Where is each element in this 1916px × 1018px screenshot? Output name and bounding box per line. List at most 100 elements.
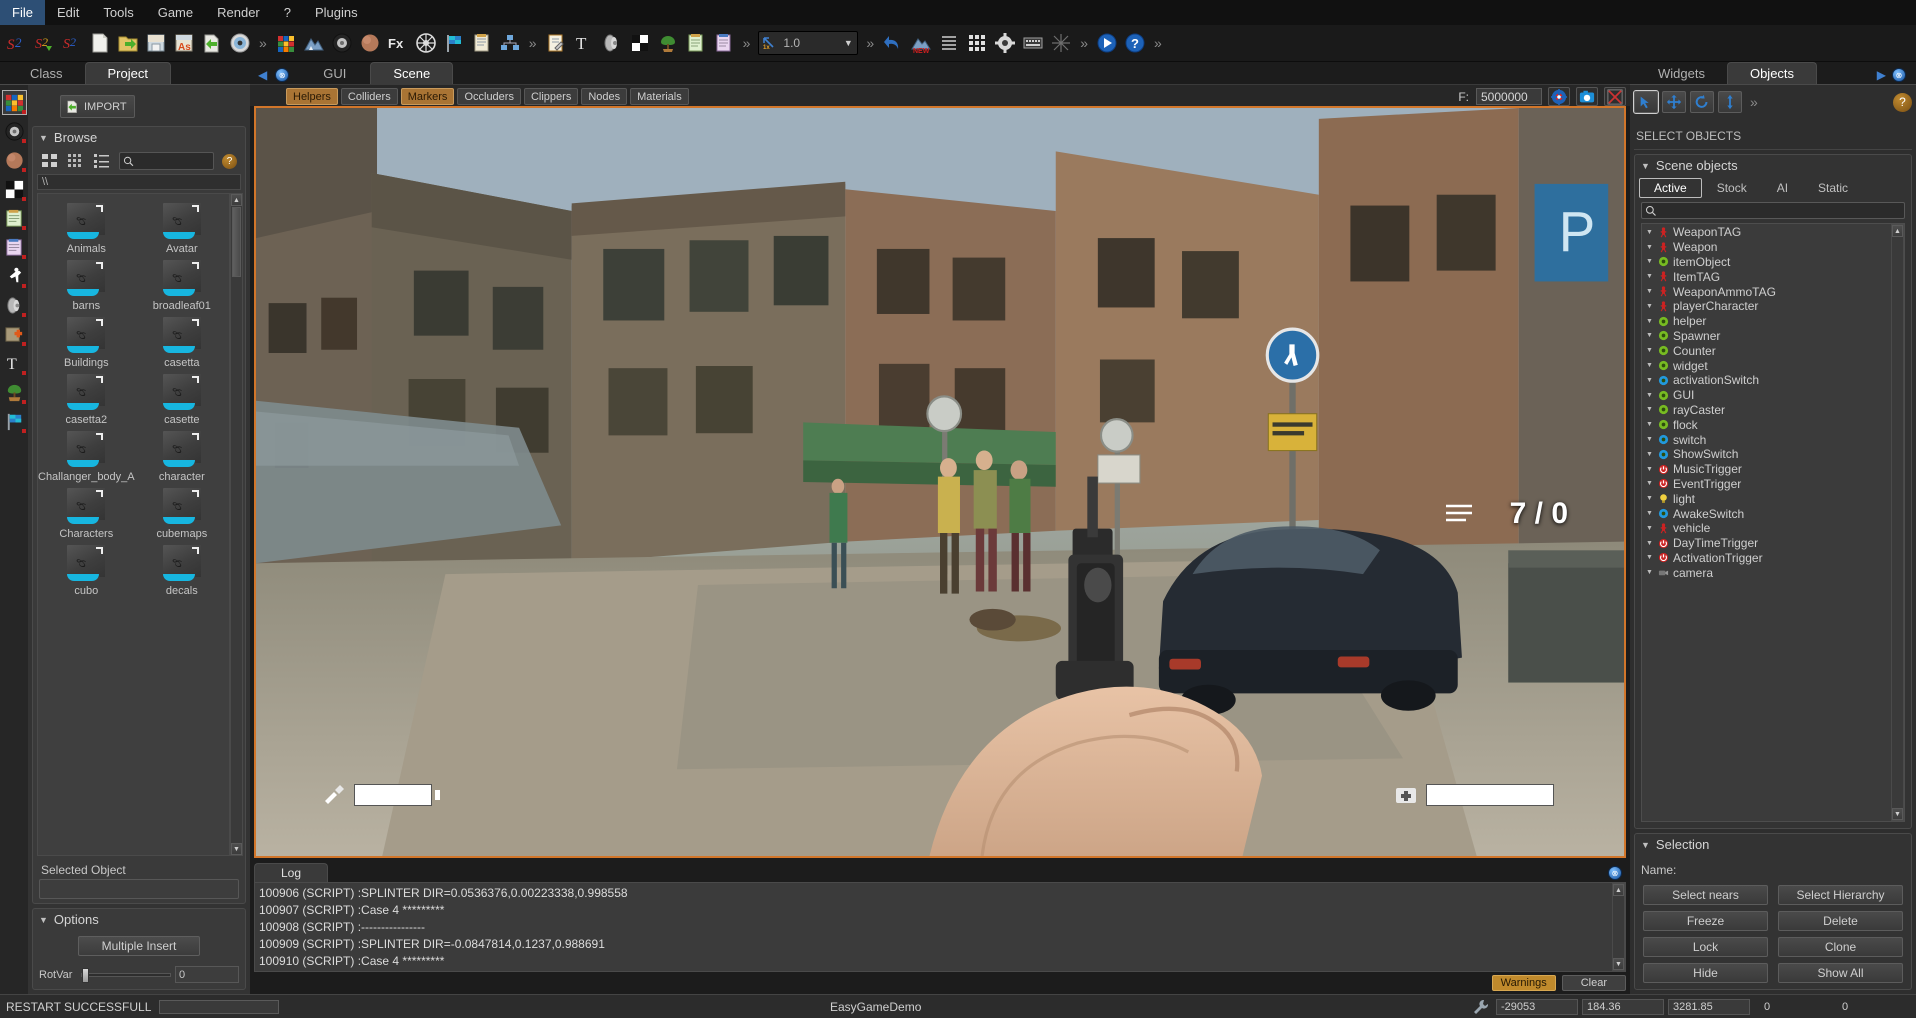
save-as-icon[interactable]: As [171, 30, 197, 56]
browse-help-icon[interactable]: ? [222, 154, 237, 169]
rotvar-slider-knob[interactable] [82, 968, 89, 983]
vtool-text-tool-icon[interactable]: T [3, 352, 26, 375]
tree-scroll-down-icon[interactable]: ▼ [1892, 808, 1903, 820]
scale-icon[interactable] [1718, 91, 1742, 113]
toolbar-overflow-5-icon[interactable]: » [1076, 35, 1092, 51]
fullscreen-icon[interactable] [1604, 87, 1626, 106]
asset-folder[interactable]: ℘Animals [38, 198, 135, 255]
wheel-icon[interactable] [329, 30, 355, 56]
warnings-button[interactable]: Warnings [1492, 975, 1556, 991]
tree-expand-arrow-icon[interactable]: ▼ [1646, 318, 1654, 325]
object-tree-row[interactable]: ▼DayTimeTrigger [1642, 536, 1891, 551]
screenshot-camera-icon[interactable] [1576, 87, 1598, 106]
tree-expand-arrow-icon[interactable]: ▼ [1646, 347, 1654, 354]
s2-new-icon[interactable]: S2 [3, 30, 29, 56]
toolbar-overflow-4-icon[interactable]: » [862, 35, 878, 51]
object-tree-row[interactable]: ▼camera [1642, 565, 1891, 580]
value-b-field[interactable]: 0 [1838, 999, 1916, 1015]
small-icons-view-icon[interactable] [67, 152, 85, 170]
tree-expand-arrow-icon[interactable]: ▼ [1646, 436, 1654, 443]
tree-expand-arrow-icon[interactable]: ▼ [1646, 273, 1654, 280]
tree-icon[interactable] [655, 30, 681, 56]
tab-class[interactable]: Class [8, 63, 85, 84]
asset-scrollbar[interactable]: ▲ ▼ [230, 193, 243, 856]
browse-search-box[interactable] [119, 152, 214, 170]
log-scroll-down-icon[interactable]: ▼ [1613, 958, 1624, 970]
tab-scene[interactable]: Scene [370, 62, 453, 84]
vtool-flag-icon[interactable] [3, 410, 26, 433]
s2-save-icon[interactable]: S2 [59, 30, 85, 56]
show-all-button[interactable]: Show All [1778, 963, 1903, 983]
menu-edit[interactable]: Edit [45, 0, 91, 25]
asset-folder[interactable]: ℘barns [38, 255, 135, 312]
select-nears-button[interactable]: Select nears [1643, 885, 1768, 905]
list-icon[interactable] [936, 30, 962, 56]
hide-button[interactable]: Hide [1643, 963, 1768, 983]
filter-materials[interactable]: Materials [630, 88, 689, 105]
zoom-dropdown-arrow-icon[interactable]: ▼ [839, 38, 857, 48]
object-tree-row[interactable]: ▼AwakeSwitch [1642, 506, 1891, 521]
terrain-new-icon[interactable]: NEW [908, 30, 934, 56]
fx-icon[interactable]: Fx [385, 30, 411, 56]
open-folder-icon[interactable] [115, 30, 141, 56]
object-tree-row[interactable]: ▼itemObject [1642, 255, 1891, 270]
tab-objects[interactable]: Objects [1727, 62, 1817, 84]
asset-folder[interactable]: ℘cubo [38, 540, 135, 597]
undo-icon[interactable] [880, 30, 906, 56]
selected-object-field[interactable] [39, 879, 239, 899]
delete-button[interactable]: Delete [1778, 911, 1903, 931]
object-tree-row[interactable]: ▼flock [1642, 417, 1891, 432]
toolbar-overflow-2-icon[interactable]: » [525, 35, 541, 51]
network-icon[interactable] [497, 30, 523, 56]
filter-helpers[interactable]: Helpers [286, 88, 338, 105]
rotvar-slider[interactable] [81, 973, 171, 977]
toolbar-overflow-6-icon[interactable]: » [1150, 35, 1166, 51]
tree-expand-arrow-icon[interactable]: ▼ [1646, 421, 1654, 428]
object-tree-row[interactable]: ▼rayCaster [1642, 403, 1891, 418]
snowflake-icon[interactable] [1048, 30, 1074, 56]
terrain-icon[interactable] [301, 30, 327, 56]
frame-value[interactable]: 5000000 [1476, 88, 1542, 105]
freeze-button[interactable]: Freeze [1643, 911, 1768, 931]
tab-project[interactable]: Project [85, 62, 171, 84]
filter-occluders[interactable]: Occluders [457, 88, 521, 105]
asset-folder[interactable]: ℘Characters [38, 483, 135, 540]
object-tree-row[interactable]: ▼Spawner [1642, 329, 1891, 344]
select-hierarchy-button[interactable]: Select Hierarchy [1778, 885, 1903, 905]
s2-open-icon[interactable]: S2 [31, 30, 57, 56]
text-tool-icon[interactable]: T [571, 30, 597, 56]
right-panel-options-icon[interactable]: ⊗ [1892, 68, 1906, 82]
object-tree-row[interactable]: ▼WeaponAmmoTAG [1642, 284, 1891, 299]
selection-header[interactable]: ▼ Selection [1635, 834, 1911, 855]
right-panel-help-icon[interactable]: ? [1893, 93, 1912, 112]
menu-game[interactable]: Game [146, 0, 205, 25]
tab-widgets[interactable]: Widgets [1636, 63, 1727, 84]
new-document-icon[interactable] [87, 30, 113, 56]
tab-gui[interactable]: GUI [301, 63, 368, 84]
asset-folder[interactable]: ℘Challanger_body_A [38, 426, 135, 483]
object-tree-row[interactable]: ▼playerCharacter [1642, 299, 1891, 314]
log-scroll-up-icon[interactable]: ▲ [1613, 884, 1624, 896]
collapse-left-arrow-icon[interactable]: ◀ [254, 68, 273, 84]
selection-collapse-arrow-icon[interactable]: ▼ [1641, 840, 1650, 850]
asset-folder[interactable]: ℘casette [135, 369, 229, 426]
object-tree-row[interactable]: ▼light [1642, 491, 1891, 506]
save-floppy-icon[interactable] [143, 30, 169, 56]
log-scrollbar[interactable]: ▲ ▼ [1612, 883, 1625, 971]
tree-expand-arrow-icon[interactable]: ▼ [1646, 525, 1654, 532]
asset-folder[interactable]: ℘broadleaf01 [135, 255, 229, 312]
tree-scrollbar[interactable]: ▲ ▼ [1891, 224, 1904, 821]
tree-scroll-up-icon[interactable]: ▲ [1892, 225, 1903, 237]
grid-icon[interactable] [964, 30, 990, 56]
object-tree-row[interactable]: ▼ShowSwitch [1642, 447, 1891, 462]
tree-expand-arrow-icon[interactable]: ▼ [1646, 554, 1654, 561]
object-tree-row[interactable]: ▼ItemTAG [1642, 269, 1891, 284]
scene-objects-tree[interactable]: ▼WeaponTAG▼Weapon▼itemObject▼ItemTAG▼Wea… [1642, 224, 1891, 821]
vtool-green-notes-icon[interactable] [3, 207, 26, 230]
sphere-icon[interactable] [357, 30, 383, 56]
vtool-wheel-icon[interactable] [3, 120, 26, 143]
tree-expand-arrow-icon[interactable]: ▼ [1646, 392, 1654, 399]
filter-nodes[interactable]: Nodes [581, 88, 627, 105]
gear-icon[interactable] [992, 30, 1018, 56]
sound-icon[interactable] [599, 30, 625, 56]
